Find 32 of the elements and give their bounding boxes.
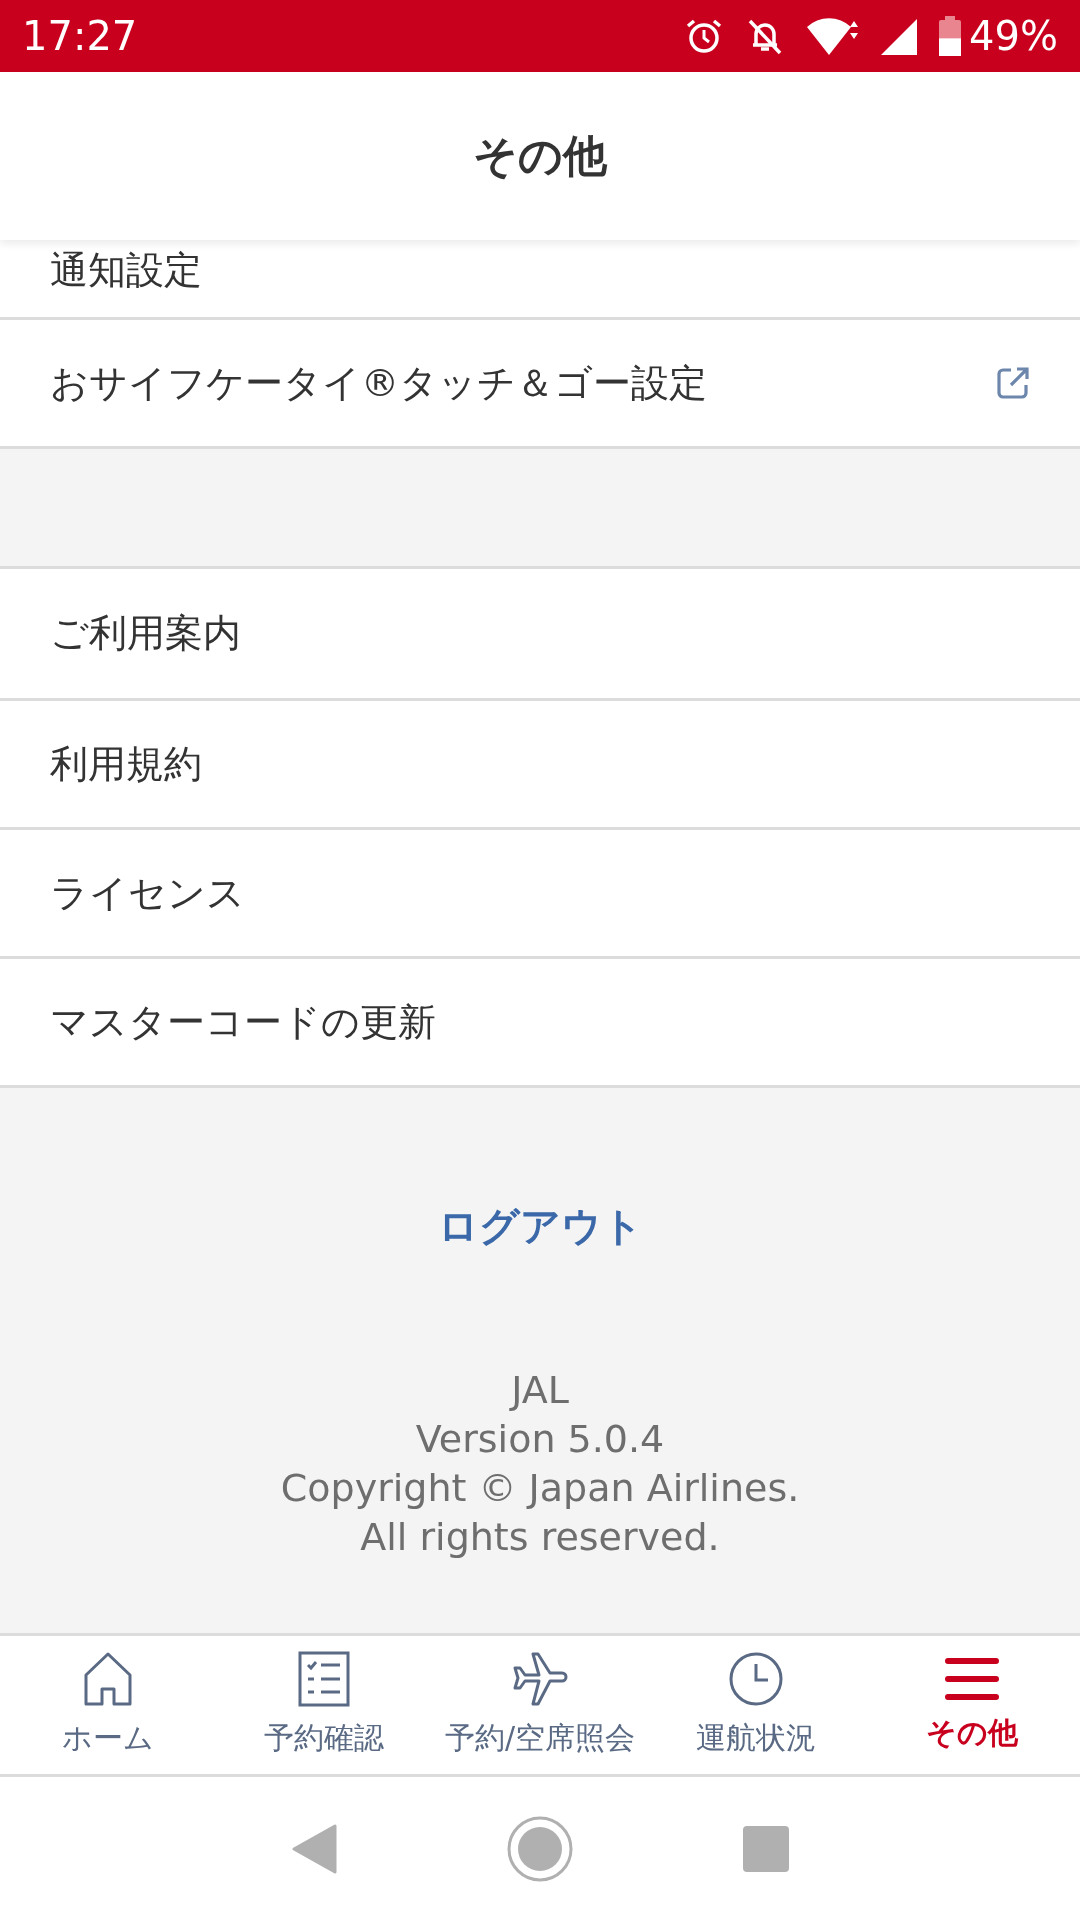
menu-item[interactable]: マスターコードの更新 xyxy=(0,956,1080,1085)
menu-item[interactable]: おサイフケータイ®タッチ＆ゴー設定 xyxy=(0,317,1080,446)
clock-icon xyxy=(728,1650,784,1707)
menu-item[interactable]: ご利用案内 xyxy=(0,569,1080,698)
tab-item[interactable]: 予約/空席照会 xyxy=(432,1636,648,1774)
battery-icon xyxy=(939,16,962,56)
checklist-icon xyxy=(298,1650,350,1707)
menu-icon xyxy=(944,1655,1000,1702)
airplane-icon xyxy=(511,1650,569,1707)
footer-text: Copyright © Japan Airlines. xyxy=(280,1465,800,1512)
footer-text: JAL xyxy=(511,1367,569,1414)
back-button[interactable] xyxy=(291,1823,337,1874)
tab-item[interactable]: 予約確認 xyxy=(216,1636,432,1774)
menu-item[interactable]: 利用規約 xyxy=(0,698,1080,827)
tab-item[interactable]: ホーム xyxy=(0,1636,216,1774)
signal-icon xyxy=(881,17,918,55)
recents-button[interactable] xyxy=(743,1825,789,1872)
tab-item[interactable]: その他 xyxy=(864,1636,1080,1774)
tab-item[interactable]: 運航状況 xyxy=(648,1636,864,1774)
alarm-icon xyxy=(685,17,724,55)
home-icon xyxy=(83,1650,133,1707)
footer-text: Version 5.0.4 xyxy=(415,1416,665,1463)
menu-item[interactable]: 通知設定 xyxy=(0,240,1080,317)
status-time: 17:27 xyxy=(22,12,138,61)
external-link-icon xyxy=(996,366,1030,400)
menu-item[interactable]: ライセンス xyxy=(0,827,1080,956)
wifi-icon xyxy=(807,17,860,55)
battery-percent: 49% xyxy=(969,12,1058,61)
footer-text: All rights reserved. xyxy=(360,1514,720,1561)
page-title: その他 xyxy=(473,129,607,183)
logout-link[interactable]: ログアウト xyxy=(437,1196,643,1256)
home-button[interactable] xyxy=(507,1815,573,1882)
